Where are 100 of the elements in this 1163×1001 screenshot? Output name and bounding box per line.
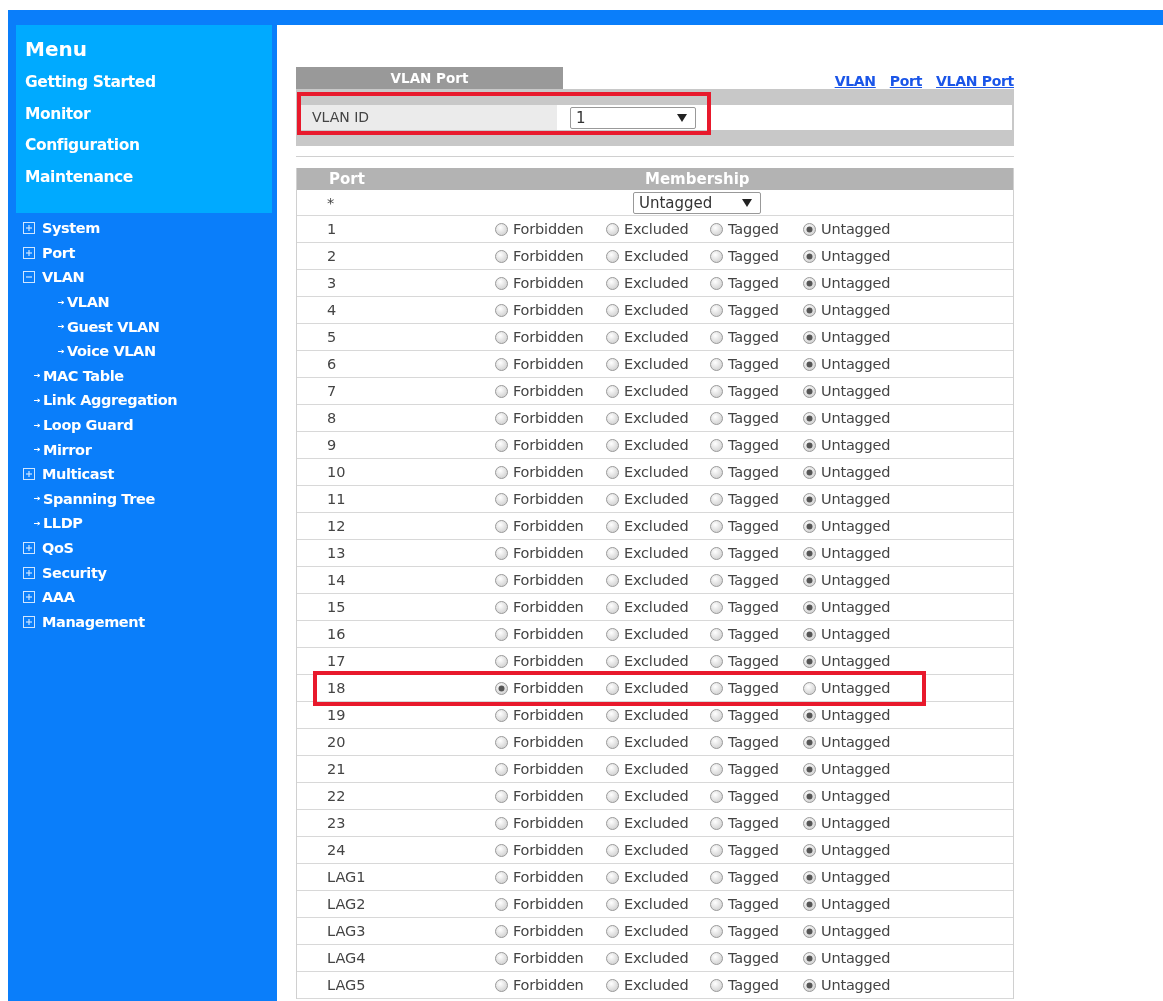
option-label[interactable]: Forbidden: [513, 923, 584, 939]
radio-button[interactable]: [495, 789, 508, 803]
radio-option[interactable]: Forbidden: [495, 410, 606, 426]
radio-option[interactable]: Excluded: [606, 356, 710, 372]
radio-option[interactable]: Excluded: [606, 437, 710, 453]
option-label[interactable]: Untagged: [821, 518, 891, 534]
radio-option[interactable]: Tagged: [710, 734, 803, 750]
option-label[interactable]: Excluded: [624, 518, 689, 534]
option-label[interactable]: Forbidden: [513, 869, 584, 885]
radio-button[interactable]: [606, 303, 619, 317]
radio-button[interactable]: [495, 384, 508, 398]
radio-option[interactable]: Untagged: [803, 626, 891, 642]
option-label[interactable]: Untagged: [821, 491, 891, 507]
radio-option[interactable]: Tagged: [710, 464, 803, 480]
radio-option[interactable]: Tagged: [710, 707, 803, 723]
radio-button[interactable]: [495, 654, 508, 668]
radio-button[interactable]: [495, 411, 508, 425]
option-label[interactable]: Forbidden: [513, 815, 584, 831]
radio-button[interactable]: [606, 411, 619, 425]
option-label[interactable]: Excluded: [624, 275, 689, 291]
radio-button[interactable]: [803, 249, 816, 263]
radio-option[interactable]: Excluded: [606, 410, 710, 426]
radio-option[interactable]: Untagged: [803, 302, 891, 318]
expand-icon[interactable]: [23, 542, 35, 554]
radio-option[interactable]: Tagged: [710, 248, 803, 264]
radio-button[interactable]: [803, 789, 816, 803]
radio-option[interactable]: Untagged: [803, 545, 891, 561]
radio-button[interactable]: [803, 978, 816, 992]
radio-option[interactable]: Untagged: [803, 572, 891, 588]
radio-option[interactable]: Untagged: [803, 437, 891, 453]
radio-option[interactable]: Tagged: [710, 356, 803, 372]
radio-button[interactable]: [803, 951, 816, 965]
radio-button[interactable]: [710, 573, 723, 587]
radio-button[interactable]: [495, 465, 508, 479]
radio-button[interactable]: [710, 681, 723, 695]
option-label[interactable]: Untagged: [821, 734, 891, 750]
option-label[interactable]: Tagged: [728, 545, 779, 561]
expand-icon[interactable]: [23, 246, 35, 259]
radio-option[interactable]: Tagged: [710, 410, 803, 426]
radio-option[interactable]: Forbidden: [495, 761, 606, 777]
radio-button[interactable]: [803, 708, 816, 722]
option-label[interactable]: Untagged: [821, 923, 891, 939]
radio-button[interactable]: [495, 627, 508, 641]
radio-option[interactable]: Excluded: [606, 869, 710, 885]
option-label[interactable]: Tagged: [728, 788, 779, 804]
option-label[interactable]: Tagged: [728, 815, 779, 831]
radio-option[interactable]: Excluded: [606, 302, 710, 318]
option-label[interactable]: Excluded: [624, 410, 689, 426]
option-label[interactable]: Excluded: [624, 626, 689, 642]
menu-item[interactable]: Management: [42, 613, 145, 630]
radio-option[interactable]: Forbidden: [495, 680, 606, 696]
radio-option[interactable]: Excluded: [606, 464, 710, 480]
radio-button[interactable]: [803, 276, 816, 290]
menu-item[interactable]: Spanning Tree: [43, 490, 155, 507]
radio-button[interactable]: [710, 411, 723, 425]
option-label[interactable]: Excluded: [624, 788, 689, 804]
radio-button[interactable]: [606, 222, 619, 236]
radio-button[interactable]: [495, 816, 508, 830]
radio-option[interactable]: Tagged: [710, 518, 803, 534]
radio-option[interactable]: Tagged: [710, 599, 803, 615]
radio-button[interactable]: [606, 492, 619, 506]
radio-option[interactable]: Untagged: [803, 734, 891, 750]
radio-button[interactable]: [803, 627, 816, 641]
radio-button[interactable]: [606, 762, 619, 776]
option-label[interactable]: Tagged: [728, 626, 779, 642]
option-label[interactable]: Untagged: [821, 707, 891, 723]
radio-button[interactable]: [710, 951, 723, 965]
radio-option[interactable]: Untagged: [803, 518, 891, 534]
option-label[interactable]: Untagged: [821, 950, 891, 966]
option-label[interactable]: Excluded: [624, 896, 689, 912]
radio-button[interactable]: [606, 708, 619, 722]
option-label[interactable]: Forbidden: [513, 707, 584, 723]
option-label[interactable]: Excluded: [624, 977, 689, 993]
menu-item[interactable]: Security: [42, 564, 107, 581]
option-label[interactable]: Excluded: [624, 923, 689, 939]
radio-button[interactable]: [495, 681, 508, 695]
radio-option[interactable]: Excluded: [606, 977, 710, 993]
radio-button[interactable]: [606, 249, 619, 263]
option-label[interactable]: Tagged: [728, 356, 779, 372]
radio-button[interactable]: [803, 357, 816, 371]
option-label[interactable]: Excluded: [624, 653, 689, 669]
radio-button[interactable]: [606, 546, 619, 560]
option-label[interactable]: Untagged: [821, 302, 891, 318]
radio-button[interactable]: [803, 897, 816, 911]
radio-button[interactable]: [803, 411, 816, 425]
option-label[interactable]: Tagged: [728, 734, 779, 750]
menu-item[interactable]: MAC Table: [43, 367, 124, 384]
radio-option[interactable]: Untagged: [803, 221, 891, 237]
radio-option[interactable]: Forbidden: [495, 896, 606, 912]
expand-icon[interactable]: [23, 222, 35, 235]
option-label[interactable]: Tagged: [728, 950, 779, 966]
radio-button[interactable]: [803, 303, 816, 317]
option-label[interactable]: Excluded: [624, 464, 689, 480]
radio-option[interactable]: Forbidden: [495, 572, 606, 588]
radio-button[interactable]: [710, 492, 723, 506]
radio-option[interactable]: Tagged: [710, 302, 803, 318]
radio-option[interactable]: Excluded: [606, 221, 710, 237]
option-label[interactable]: Tagged: [728, 437, 779, 453]
option-label[interactable]: Untagged: [821, 383, 891, 399]
radio-option[interactable]: Tagged: [710, 842, 803, 858]
